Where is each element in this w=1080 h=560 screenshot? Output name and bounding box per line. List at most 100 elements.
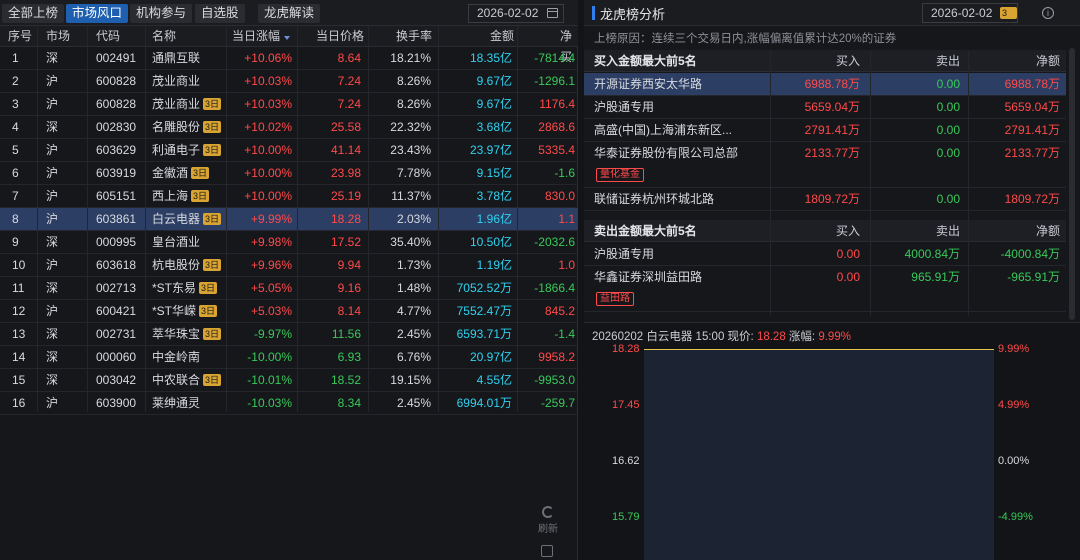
- row-name-cell: 利通电子 3日: [152, 139, 222, 162]
- row-market: 深: [46, 350, 59, 364]
- row-amount: 20.97亿: [469, 350, 512, 364]
- row-no: 11: [12, 281, 25, 295]
- row-price: 8.14: [337, 304, 361, 318]
- seat-name: 开源证券西安太华路: [594, 77, 703, 91]
- row-no: 13: [12, 327, 26, 341]
- col-no[interactable]: 序号: [8, 26, 32, 47]
- row-net: -1.6: [554, 166, 575, 180]
- three-day-badge[interactable]: 3日: [1000, 7, 1017, 30]
- col-amount[interactable]: 金额: [490, 26, 514, 47]
- row-net: 5335.4: [538, 143, 575, 157]
- edit-icon[interactable]: [541, 545, 553, 557]
- buy-seat-row[interactable]: 联储证券杭州环城北路 1809.72万 0.00 1809.72万: [584, 188, 1066, 211]
- calendar-icon[interactable]: [547, 8, 558, 18]
- seat-buy: 1809.72万: [804, 192, 860, 206]
- column-divider: [368, 26, 369, 412]
- three-day-badge[interactable]: 3日: [203, 121, 222, 133]
- row-no: 1: [12, 51, 19, 65]
- panel-scrollbar[interactable]: [1069, 48, 1075, 320]
- row-name-cell: 杭电股份 3日: [152, 254, 222, 277]
- row-name: 白云电器: [152, 212, 201, 226]
- panel-header: 龙虎榜分析 2026-02-02 3日 i: [584, 0, 1080, 30]
- row-code: 003042: [96, 373, 137, 387]
- three-day-badge[interactable]: 3日: [203, 259, 222, 271]
- refresh-button[interactable]: 刷新: [536, 506, 560, 535]
- row-change: +5.05%: [250, 281, 292, 295]
- column-divider: [968, 50, 969, 316]
- sell-col-sell: 卖出: [935, 224, 960, 238]
- buy-seat-row[interactable]: 华泰证券股份有限公司总部 2133.77万 0.00 2133.77万 量化基金: [584, 142, 1066, 188]
- row-name: 中金岭南: [152, 350, 201, 364]
- three-day-badge[interactable]: 3日: [199, 305, 218, 317]
- row-price: 8.34: [337, 396, 361, 410]
- sort-desc-icon[interactable]: [284, 35, 291, 40]
- row-name-cell: 西上海 3日: [152, 185, 210, 208]
- tab-all-listed[interactable]: 全部上榜: [2, 4, 65, 23]
- tab-watchlist[interactable]: 自选股: [195, 4, 245, 23]
- three-day-badge[interactable]: 3日: [199, 282, 218, 294]
- col-change[interactable]: 当日涨幅: [232, 26, 291, 47]
- buy-seat-row[interactable]: 高盛(中国)上海浦东新区... 2791.41万 0.00 2791.41万: [584, 119, 1066, 142]
- row-turnover: 1.48%: [396, 281, 431, 295]
- row-no: 7: [12, 189, 19, 203]
- seat-name: 高盛(中国)上海浦东新区...: [594, 123, 732, 137]
- row-change: -10.03%: [247, 396, 292, 410]
- three-day-badge[interactable]: 3日: [203, 328, 222, 340]
- col-market[interactable]: 市场: [46, 26, 70, 47]
- col-code[interactable]: 代码: [96, 26, 120, 47]
- tab-interpretation[interactable]: 龙虎解读: [258, 4, 321, 23]
- sell-seat-row[interactable]: 华鑫证券深圳益田路 0.00 965.91万 -965.91万 益田路: [584, 266, 1066, 312]
- row-price: 9.94: [337, 258, 361, 272]
- tab-institution[interactable]: 机构参与: [130, 4, 193, 23]
- row-turnover: 8.26%: [396, 74, 431, 88]
- sell-seat-row[interactable]: 沪股通专用 0.00 4000.84万 -4000.84万: [584, 243, 1066, 266]
- title-accent: [592, 6, 595, 20]
- row-name-cell: 名雕股份 3日: [152, 116, 222, 139]
- panel-date-picker[interactable]: 2026-02-02 3日: [922, 3, 1018, 30]
- row-code: 603618: [96, 258, 137, 272]
- row-change: +5.03%: [250, 304, 292, 318]
- three-day-badge[interactable]: 3日: [203, 98, 222, 110]
- row-amount: 9.67亿: [476, 74, 512, 88]
- row-no: 15: [12, 373, 26, 387]
- seat-net: 5659.04万: [1004, 100, 1060, 114]
- chart-plot-area[interactable]: [644, 349, 994, 560]
- panel-date-value: 2026-02-02: [931, 6, 993, 20]
- three-day-badge[interactable]: 3日: [203, 213, 222, 225]
- tab-market-trend[interactable]: 市场风口: [66, 4, 129, 23]
- dragon-tiger-panel: 龙虎榜分析 2026-02-02 3日 i 上榜原因：连续三个交易日内,涨幅偏离值…: [584, 0, 1080, 560]
- col-net[interactable]: 净买: [560, 26, 578, 64]
- three-day-badge[interactable]: 3日: [203, 374, 222, 386]
- three-day-badge[interactable]: 3日: [191, 167, 210, 179]
- row-market: 深: [46, 327, 59, 341]
- buy-seat-row[interactable]: 开源证券西安太华路 6988.78万 0.00 6988.78万: [584, 73, 1066, 96]
- row-name: 名雕股份: [152, 120, 201, 134]
- date-picker[interactable]: 2026-02-02: [468, 4, 564, 23]
- row-change: -9.97%: [253, 327, 292, 341]
- row-change: +9.96%: [250, 258, 292, 272]
- three-day-badge[interactable]: 3日: [191, 190, 210, 202]
- buy-seat-row[interactable]: 沪股通专用 5659.04万 0.00 5659.04万: [584, 96, 1066, 119]
- col-price[interactable]: 当日价格: [316, 26, 364, 47]
- column-divider: [438, 26, 439, 412]
- listing-reason: 上榜原因：连续三个交易日内,涨幅偏离值累计达20%的证券: [594, 33, 897, 45]
- seat-buy: 0.00: [836, 247, 860, 261]
- row-code: 000995: [96, 235, 137, 249]
- col-name[interactable]: 名称: [152, 26, 176, 47]
- row-price: 8.64: [337, 51, 361, 65]
- row-amount: 3.78亿: [476, 189, 512, 203]
- col-turnover[interactable]: 换手率: [396, 26, 432, 47]
- chart-info-chg: 9.99%: [818, 331, 851, 343]
- row-amount: 10.50亿: [469, 235, 512, 249]
- info-icon[interactable]: i: [1042, 7, 1054, 19]
- row-turnover: 1.73%: [396, 258, 431, 272]
- row-code: 002713: [96, 281, 137, 295]
- three-day-badge[interactable]: 3日: [203, 144, 222, 156]
- column-divider: [517, 26, 518, 412]
- row-market: 沪: [46, 304, 59, 318]
- row-change: +10.00%: [244, 166, 292, 180]
- seat-tag: 益田路: [596, 292, 634, 306]
- row-net: -1.4: [554, 327, 575, 341]
- row-change: -10.00%: [247, 350, 292, 364]
- column-divider: [870, 50, 871, 316]
